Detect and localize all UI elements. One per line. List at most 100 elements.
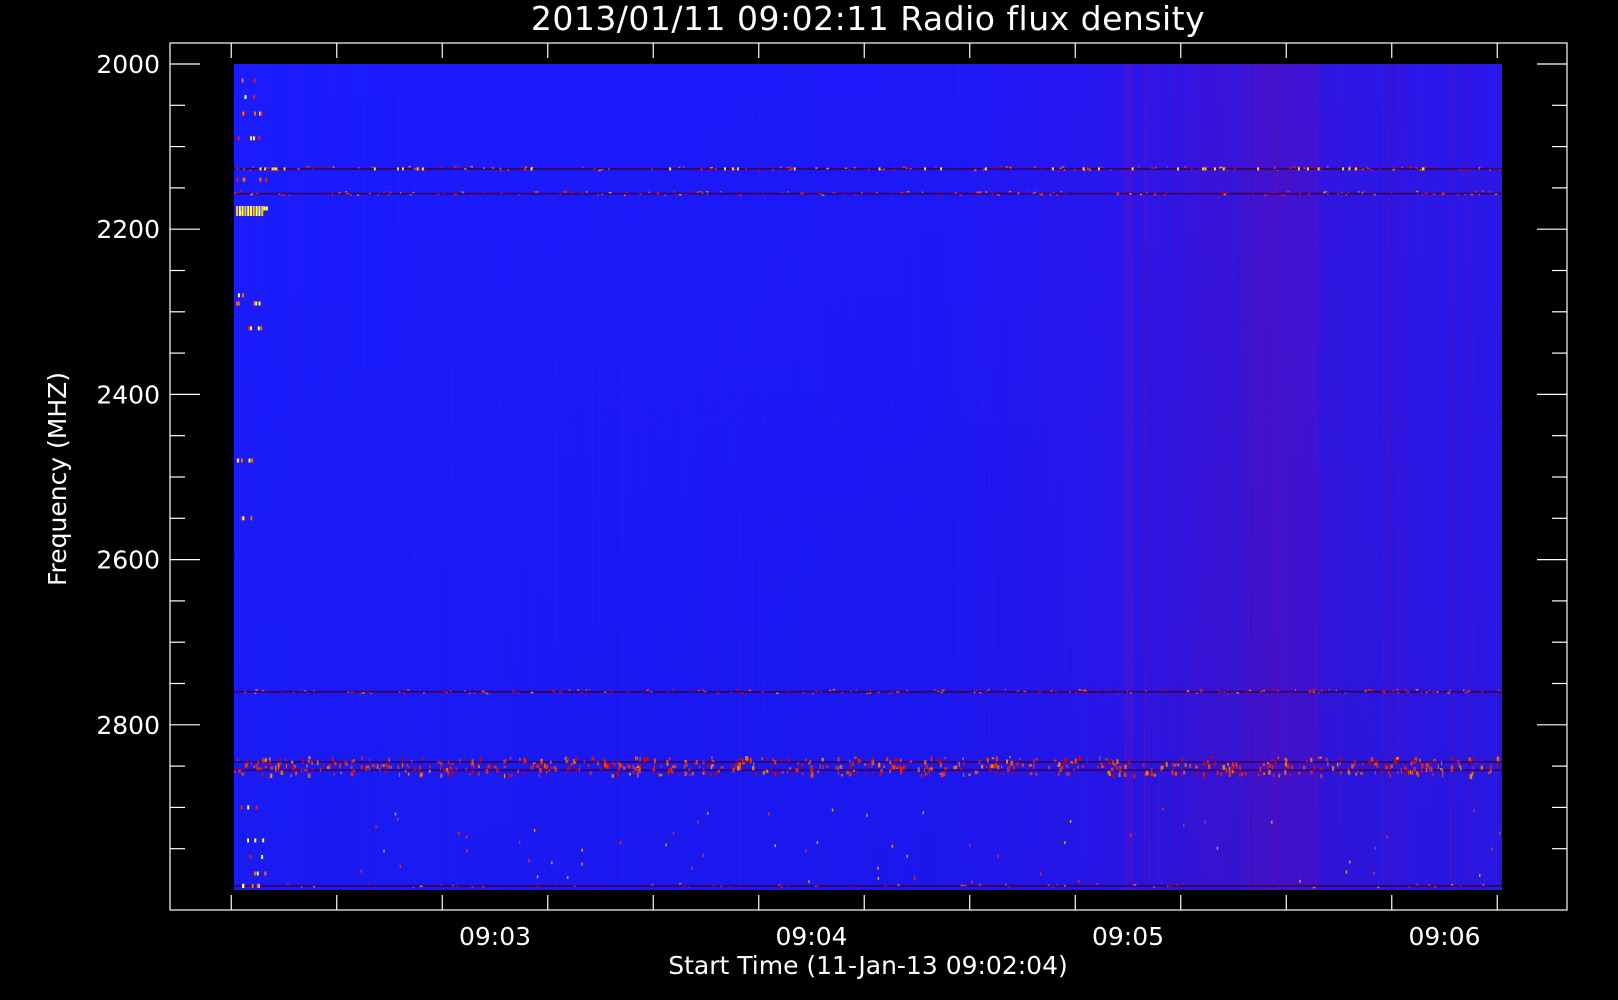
emission-burst — [850, 690, 852, 693]
x-tick-label: 09:04 — [775, 922, 847, 951]
weak-band-dot — [1233, 402, 1236, 404]
emission-burst — [1004, 883, 1007, 886]
emission-burst — [832, 191, 836, 194]
hotspot-burst — [250, 206, 252, 216]
emission-burst — [360, 765, 364, 770]
emission-burst — [772, 758, 774, 762]
emission-burst — [683, 765, 685, 769]
emission-burst — [464, 690, 466, 692]
emission-burst — [960, 767, 963, 771]
x-tick-label: 09:03 — [459, 922, 531, 951]
emission-burst — [811, 771, 814, 777]
texture-streak — [797, 64, 799, 890]
emission-burst — [737, 886, 740, 889]
texture-streak — [1472, 64, 1474, 890]
emission-burst — [733, 762, 737, 766]
emission-burst — [1389, 691, 1391, 693]
emission-burst — [1322, 766, 1324, 770]
emission-burst — [957, 761, 959, 764]
emission-burst — [452, 762, 454, 765]
texture-streak — [415, 64, 416, 890]
lower-dot — [877, 866, 879, 870]
weak-band-dot — [514, 402, 516, 404]
emission-burst — [580, 691, 584, 694]
texture-streak — [1454, 64, 1456, 890]
emission-burst — [627, 763, 629, 768]
emission-burst — [1024, 191, 1026, 194]
emission-burst — [451, 767, 454, 773]
emission-burst — [643, 166, 646, 168]
emission-burst — [1067, 771, 1071, 776]
emission-burst — [503, 765, 507, 769]
emission-burst — [735, 763, 739, 767]
emission-burst — [872, 771, 874, 774]
emission-burst — [1357, 770, 1359, 773]
emission-burst — [650, 691, 653, 693]
hotspot-burst — [258, 206, 261, 216]
weak-band-dot — [1225, 422, 1228, 424]
band-hot-dot — [1317, 167, 1320, 171]
emission-burst — [920, 774, 923, 778]
emission-burst — [280, 757, 282, 761]
emission-burst — [1499, 169, 1501, 171]
x-tick-label: 09:06 — [1408, 922, 1480, 951]
emission-burst — [674, 191, 675, 193]
emission-burst — [1327, 192, 1329, 195]
band-hot-dot — [259, 167, 262, 171]
emission-burst — [652, 768, 655, 772]
emission-burst — [1404, 689, 1407, 692]
emission-burst — [819, 193, 822, 195]
texture-streak — [1299, 64, 1301, 890]
lower-dot — [877, 877, 880, 880]
weak-band-dot — [884, 422, 887, 424]
emission-burst — [1257, 774, 1260, 777]
emission-burst — [1312, 886, 1316, 889]
band-hot-dot — [401, 167, 404, 171]
weak-band-dot — [452, 402, 454, 404]
emission-burst — [1289, 773, 1291, 776]
emission-burst — [1497, 689, 1501, 692]
emission-burst — [398, 691, 401, 693]
weak-band-dot — [1187, 402, 1189, 404]
weak-band-dot — [622, 422, 624, 424]
emission-burst — [817, 770, 819, 773]
weak-band-dot — [278, 422, 280, 424]
emission-burst — [808, 761, 810, 765]
weak-band-dot — [579, 402, 581, 404]
emission-burst — [702, 760, 705, 765]
texture-streak — [1254, 64, 1256, 890]
emission-burst — [1059, 767, 1063, 773]
emission-burst — [350, 691, 354, 694]
emission-burst — [1287, 191, 1290, 193]
emission-burst — [440, 761, 443, 767]
hotspot — [237, 301, 240, 306]
emission-burst — [1354, 759, 1356, 762]
emission-burst — [888, 692, 891, 695]
emission-burst — [440, 767, 442, 771]
emission-burst — [407, 689, 410, 691]
emission-burst — [651, 168, 653, 170]
emission-burst — [1224, 192, 1227, 194]
weak-band-dot — [1358, 402, 1361, 404]
band-hot-dot — [1204, 167, 1207, 171]
emission-burst — [835, 765, 837, 770]
emission-burst — [326, 766, 329, 769]
emission-burst — [805, 758, 808, 762]
texture-streak — [1217, 64, 1219, 890]
emission-burst — [358, 167, 360, 169]
emission-burst — [1497, 758, 1500, 762]
emission-burst — [234, 192, 237, 194]
emission-burst — [1081, 765, 1085, 768]
texture-streak — [1338, 64, 1340, 890]
emission-burst — [1392, 690, 1395, 692]
emission-burst — [691, 690, 694, 692]
emission-burst — [776, 692, 779, 695]
emission-burst — [1459, 885, 1462, 887]
emission-burst — [260, 767, 263, 771]
texture-streak — [1383, 64, 1385, 890]
emission-burst — [331, 193, 334, 195]
weak-band-dot — [838, 422, 841, 424]
texture-streak — [1044, 64, 1046, 890]
texture-streak — [1396, 64, 1398, 890]
emission-burst — [1007, 769, 1010, 773]
